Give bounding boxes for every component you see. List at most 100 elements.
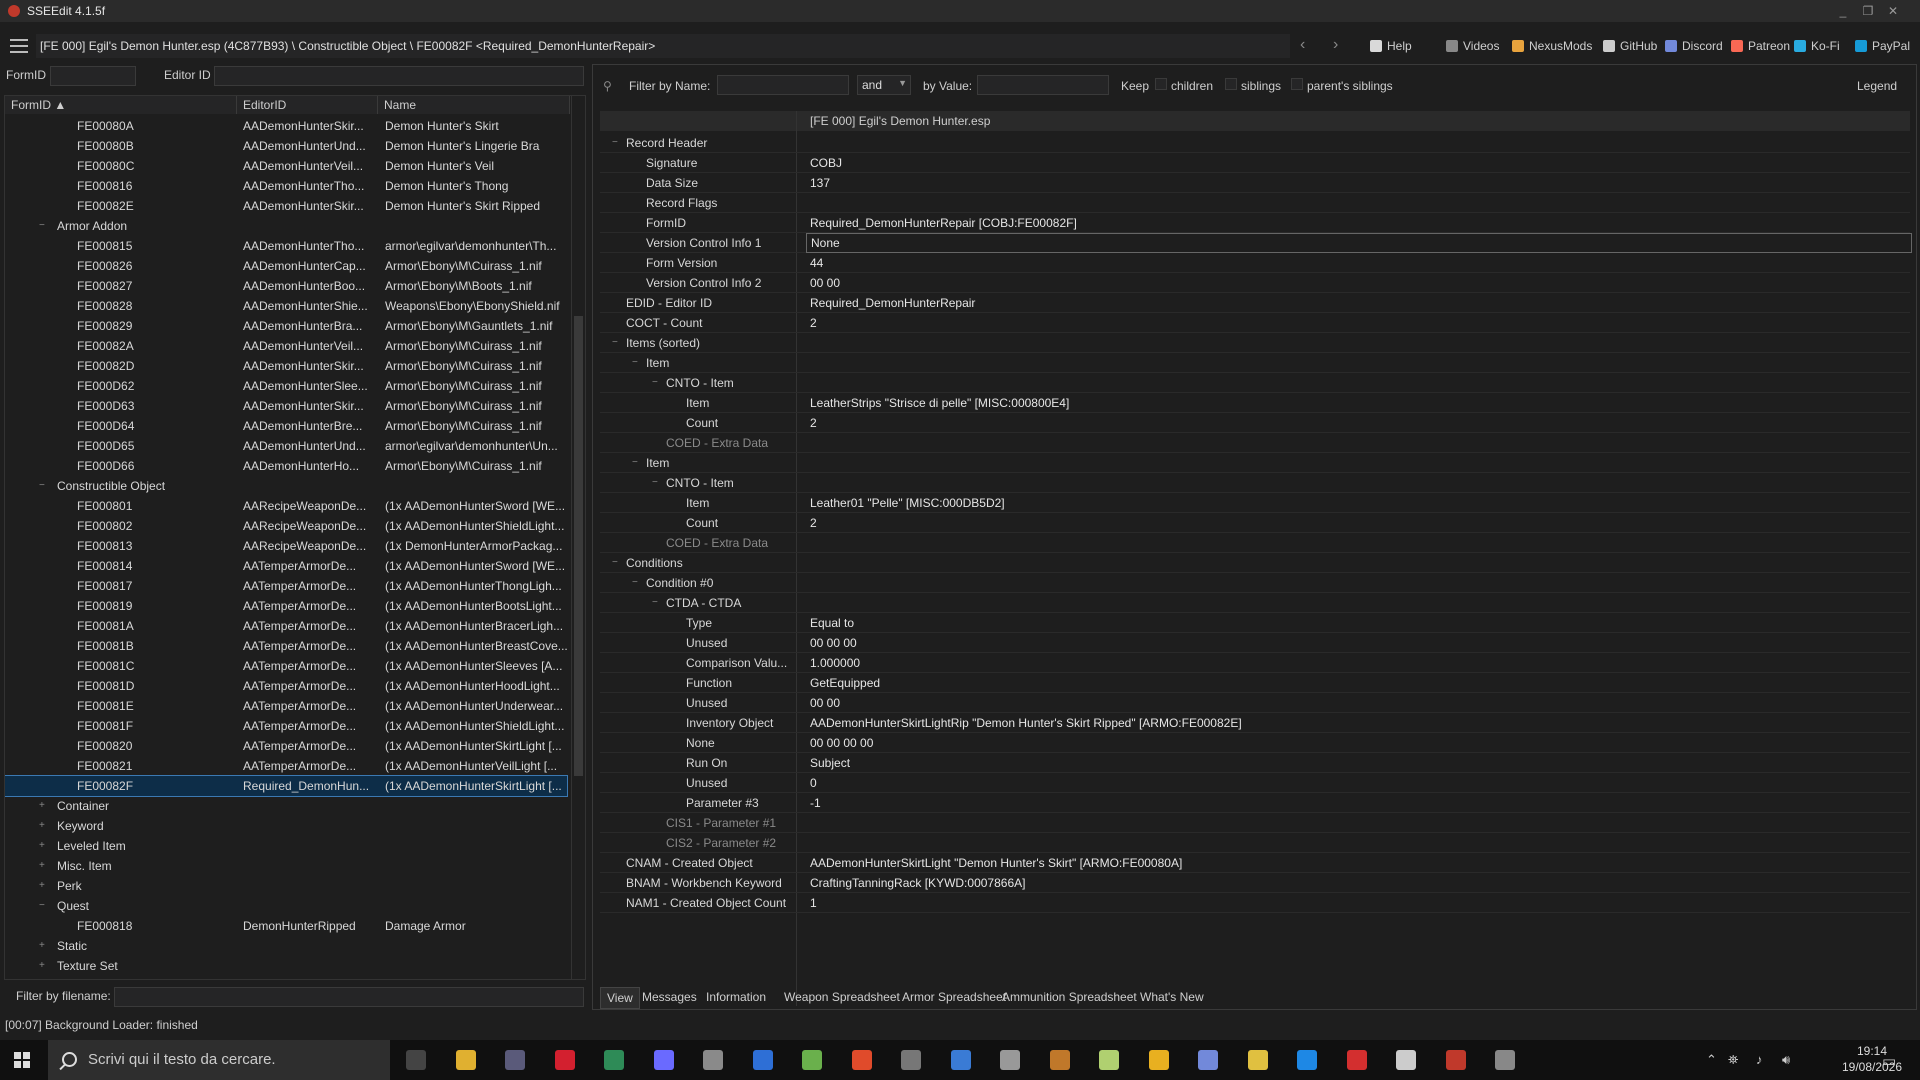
tree-group[interactable]: + Misc. Item bbox=[5, 856, 567, 876]
opera-icon[interactable] bbox=[554, 1050, 575, 1070]
tree-record-row[interactable]: FE000829 AADemonHunterBra... Armor\Ebony\M… bbox=[5, 316, 567, 336]
tree-record-row[interactable]: FE00082D AADemonHunterSkir... Armor\Ebony\… bbox=[5, 356, 567, 376]
tree-record-row[interactable]: FE000818 DemonHunterRipped Damage Armor bbox=[5, 916, 567, 936]
tree-record-row[interactable]: FE000813 AARecipeWeaponDe... (1x DemonHunt… bbox=[5, 536, 567, 556]
tree-group[interactable]: + Texture Set bbox=[5, 956, 567, 976]
collapse-icon[interactable]: − bbox=[612, 333, 618, 353]
record-field-row[interactable]: Signature COBJ bbox=[600, 153, 1910, 173]
record-field-row[interactable]: CIS2 - Parameter #2 bbox=[600, 833, 1910, 853]
toolbar-link-discord[interactable]: Discord bbox=[1665, 39, 1723, 53]
notification-icon[interactable]: ▭ bbox=[1882, 1052, 1896, 1070]
tab-information[interactable]: Information bbox=[706, 987, 766, 1007]
record-field-row[interactable]: Unused 00 00 00 bbox=[600, 633, 1910, 653]
collapse-icon[interactable]: − bbox=[652, 373, 658, 393]
collapse-icon[interactable]: − bbox=[632, 453, 638, 473]
record-field-row[interactable]: COED - Extra Data bbox=[600, 433, 1910, 453]
app-icon[interactable] bbox=[1099, 1050, 1119, 1070]
tree-record-row[interactable]: FE00081A AATemperArmorDe... (1x AADemonHun… bbox=[5, 616, 567, 636]
app-icon[interactable] bbox=[1396, 1050, 1416, 1070]
record-field-row[interactable]: − Conditions bbox=[600, 553, 1910, 573]
tree-group[interactable]: + Perk bbox=[5, 876, 567, 896]
tree-scrollbar[interactable] bbox=[571, 96, 585, 979]
tree-record-row[interactable]: FE000816 AADemonHunterTho... Demon Hunter'… bbox=[5, 176, 567, 196]
app-icon[interactable] bbox=[703, 1050, 723, 1070]
tab-view[interactable]: View bbox=[600, 987, 640, 1009]
expand-icon[interactable]: + bbox=[39, 796, 45, 816]
record-field-row[interactable]: CIS1 - Parameter #1 bbox=[600, 813, 1910, 833]
record-field-row[interactable]: Record Flags bbox=[600, 193, 1910, 213]
record-field-row[interactable]: EDID - Editor ID Required_DemonHunterRepa… bbox=[600, 293, 1910, 313]
record-field-row[interactable]: Unused 00 00 bbox=[600, 693, 1910, 713]
record-field-row[interactable]: Parameter #3 -1 bbox=[600, 793, 1910, 813]
tree-record-row[interactable]: FE000819 AATemperArmorDe... (1x AADemonHun… bbox=[5, 596, 567, 616]
collapse-icon[interactable]: − bbox=[632, 573, 638, 593]
record-field-row[interactable]: BNAM - Workbench Keyword CraftingTanningR… bbox=[600, 873, 1910, 893]
arrow-app-icon[interactable] bbox=[901, 1050, 921, 1070]
tree-group[interactable]: − Constructible Object bbox=[5, 476, 567, 496]
terminal-icon[interactable] bbox=[604, 1050, 624, 1070]
record-field-row[interactable]: NAM1 - Created Object Count 1 bbox=[600, 893, 1910, 913]
tree-group[interactable]: − Armor Addon bbox=[5, 216, 567, 236]
taskbar-search[interactable]: Scrivi qui il testo da cercare. bbox=[48, 1040, 390, 1080]
tree-group[interactable]: + Container bbox=[5, 796, 567, 816]
tab-ammunition-spreadsheet[interactable]: Ammunition Spreadsheet bbox=[1002, 987, 1137, 1007]
f-app-icon[interactable] bbox=[851, 1050, 872, 1070]
tree-record-row[interactable]: FE000D62 AADemonHunterSlee... Armor\Ebony\… bbox=[5, 376, 567, 396]
expand-icon[interactable]: + bbox=[39, 816, 45, 836]
collapse-icon[interactable]: − bbox=[652, 473, 658, 493]
app-icon[interactable] bbox=[1346, 1050, 1367, 1070]
app-icon[interactable] bbox=[1495, 1050, 1515, 1070]
tree-record-row[interactable]: FE00080B AADemonHunterUnd... Demon Hunter'… bbox=[5, 136, 567, 156]
filter-value-input[interactable] bbox=[977, 75, 1109, 95]
tab-what-s-new[interactable]: What's New bbox=[1140, 987, 1204, 1007]
expand-icon[interactable]: + bbox=[39, 876, 45, 896]
tree-group[interactable]: + Keyword bbox=[5, 816, 567, 836]
calendar-icon[interactable] bbox=[1000, 1050, 1020, 1070]
sseedit-icon[interactable] bbox=[1445, 1050, 1466, 1070]
app-icon[interactable] bbox=[505, 1050, 525, 1070]
tree-record-row[interactable]: FE00081D AATemperArmorDe... (1x AADemonHun… bbox=[5, 676, 567, 696]
tree-group[interactable]: + Static bbox=[5, 936, 567, 956]
tree-record-row[interactable]: FE000815 AADemonHunterTho... armor\egilvar… bbox=[5, 236, 567, 256]
tree-record-row[interactable]: FE000820 AATemperArmorDe... (1x AADemonHun… bbox=[5, 736, 567, 756]
toolbar-link-kofi[interactable]: Ko-Fi bbox=[1794, 39, 1840, 53]
chevron-up-icon[interactable]: ⌃ bbox=[1706, 1052, 1717, 1068]
tree-record-row[interactable]: FE000817 AATemperArmorDe... (1x AADemonHun… bbox=[5, 576, 567, 596]
tree-record-row[interactable]: FE00081F AATemperArmorDe... (1x AADemonHun… bbox=[5, 716, 567, 736]
maximize-button[interactable]: ❐ bbox=[1855, 2, 1881, 20]
app-icon[interactable] bbox=[1049, 1050, 1070, 1070]
tab-weapon-spreadsheet[interactable]: Weapon Spreadsheet bbox=[784, 987, 900, 1007]
minimize-button[interactable]: _ bbox=[1830, 2, 1856, 20]
formid-filter-input[interactable] bbox=[50, 66, 136, 86]
record-field-row[interactable]: COED - Extra Data bbox=[600, 533, 1910, 553]
app-icon[interactable] bbox=[1297, 1050, 1317, 1070]
task-view-icon[interactable] bbox=[406, 1050, 426, 1070]
editorid-filter-input[interactable] bbox=[214, 66, 584, 86]
tree-record-row[interactable]: FE000801 AARecipeWeaponDe... (1x AADemonHu… bbox=[5, 496, 567, 516]
tree-group[interactable]: − Quest bbox=[5, 896, 567, 916]
tree-group[interactable]: + Leveled Item bbox=[5, 836, 567, 856]
record-field-row[interactable]: CNAM - Created Object AADemonHunterSkirtL… bbox=[600, 853, 1910, 873]
tree-record-row[interactable]: FE00080C AADemonHunterVeil... Demon Hunter… bbox=[5, 156, 567, 176]
tree-record-row[interactable]: FE000D66 AADemonHunterHo... Armor\Ebony\M\… bbox=[5, 456, 567, 476]
file-explorer-icon[interactable] bbox=[455, 1050, 476, 1070]
parents-siblings-checkbox[interactable] bbox=[1291, 78, 1303, 90]
col-editorid[interactable]: EditorID bbox=[237, 96, 378, 114]
window-icon[interactable] bbox=[950, 1050, 971, 1070]
tree-record-row[interactable]: FE00080A AADemonHunterSkir... Demon Hunter… bbox=[5, 116, 567, 136]
collapse-icon[interactable]: − bbox=[612, 553, 618, 573]
back-button[interactable]: ‹ bbox=[1300, 36, 1305, 54]
windows-start-button[interactable] bbox=[14, 1052, 31, 1069]
record-field-row[interactable]: Item LeatherStrips "Strisce di pelle" [MI… bbox=[600, 393, 1910, 413]
record-field-row[interactable]: FormID Required_DemonHunterRepair [COBJ:F… bbox=[600, 213, 1910, 233]
tree-record-row[interactable]: FE000814 AATemperArmorDe... (1x AADemonHun… bbox=[5, 556, 567, 576]
record-field-row[interactable]: Count 2 bbox=[600, 513, 1910, 533]
expand-icon[interactable]: + bbox=[39, 956, 45, 976]
toolbar-link-paypal[interactable]: PayPal bbox=[1855, 39, 1910, 53]
collapse-icon[interactable]: − bbox=[39, 896, 45, 916]
folder-icon[interactable] bbox=[1247, 1050, 1268, 1070]
col-name[interactable]: Name bbox=[378, 96, 570, 114]
expand-icon[interactable]: + bbox=[39, 836, 45, 856]
speaker-icon[interactable]: 🔊︎ bbox=[1782, 1052, 1790, 1068]
filter-name-input[interactable] bbox=[717, 75, 849, 95]
